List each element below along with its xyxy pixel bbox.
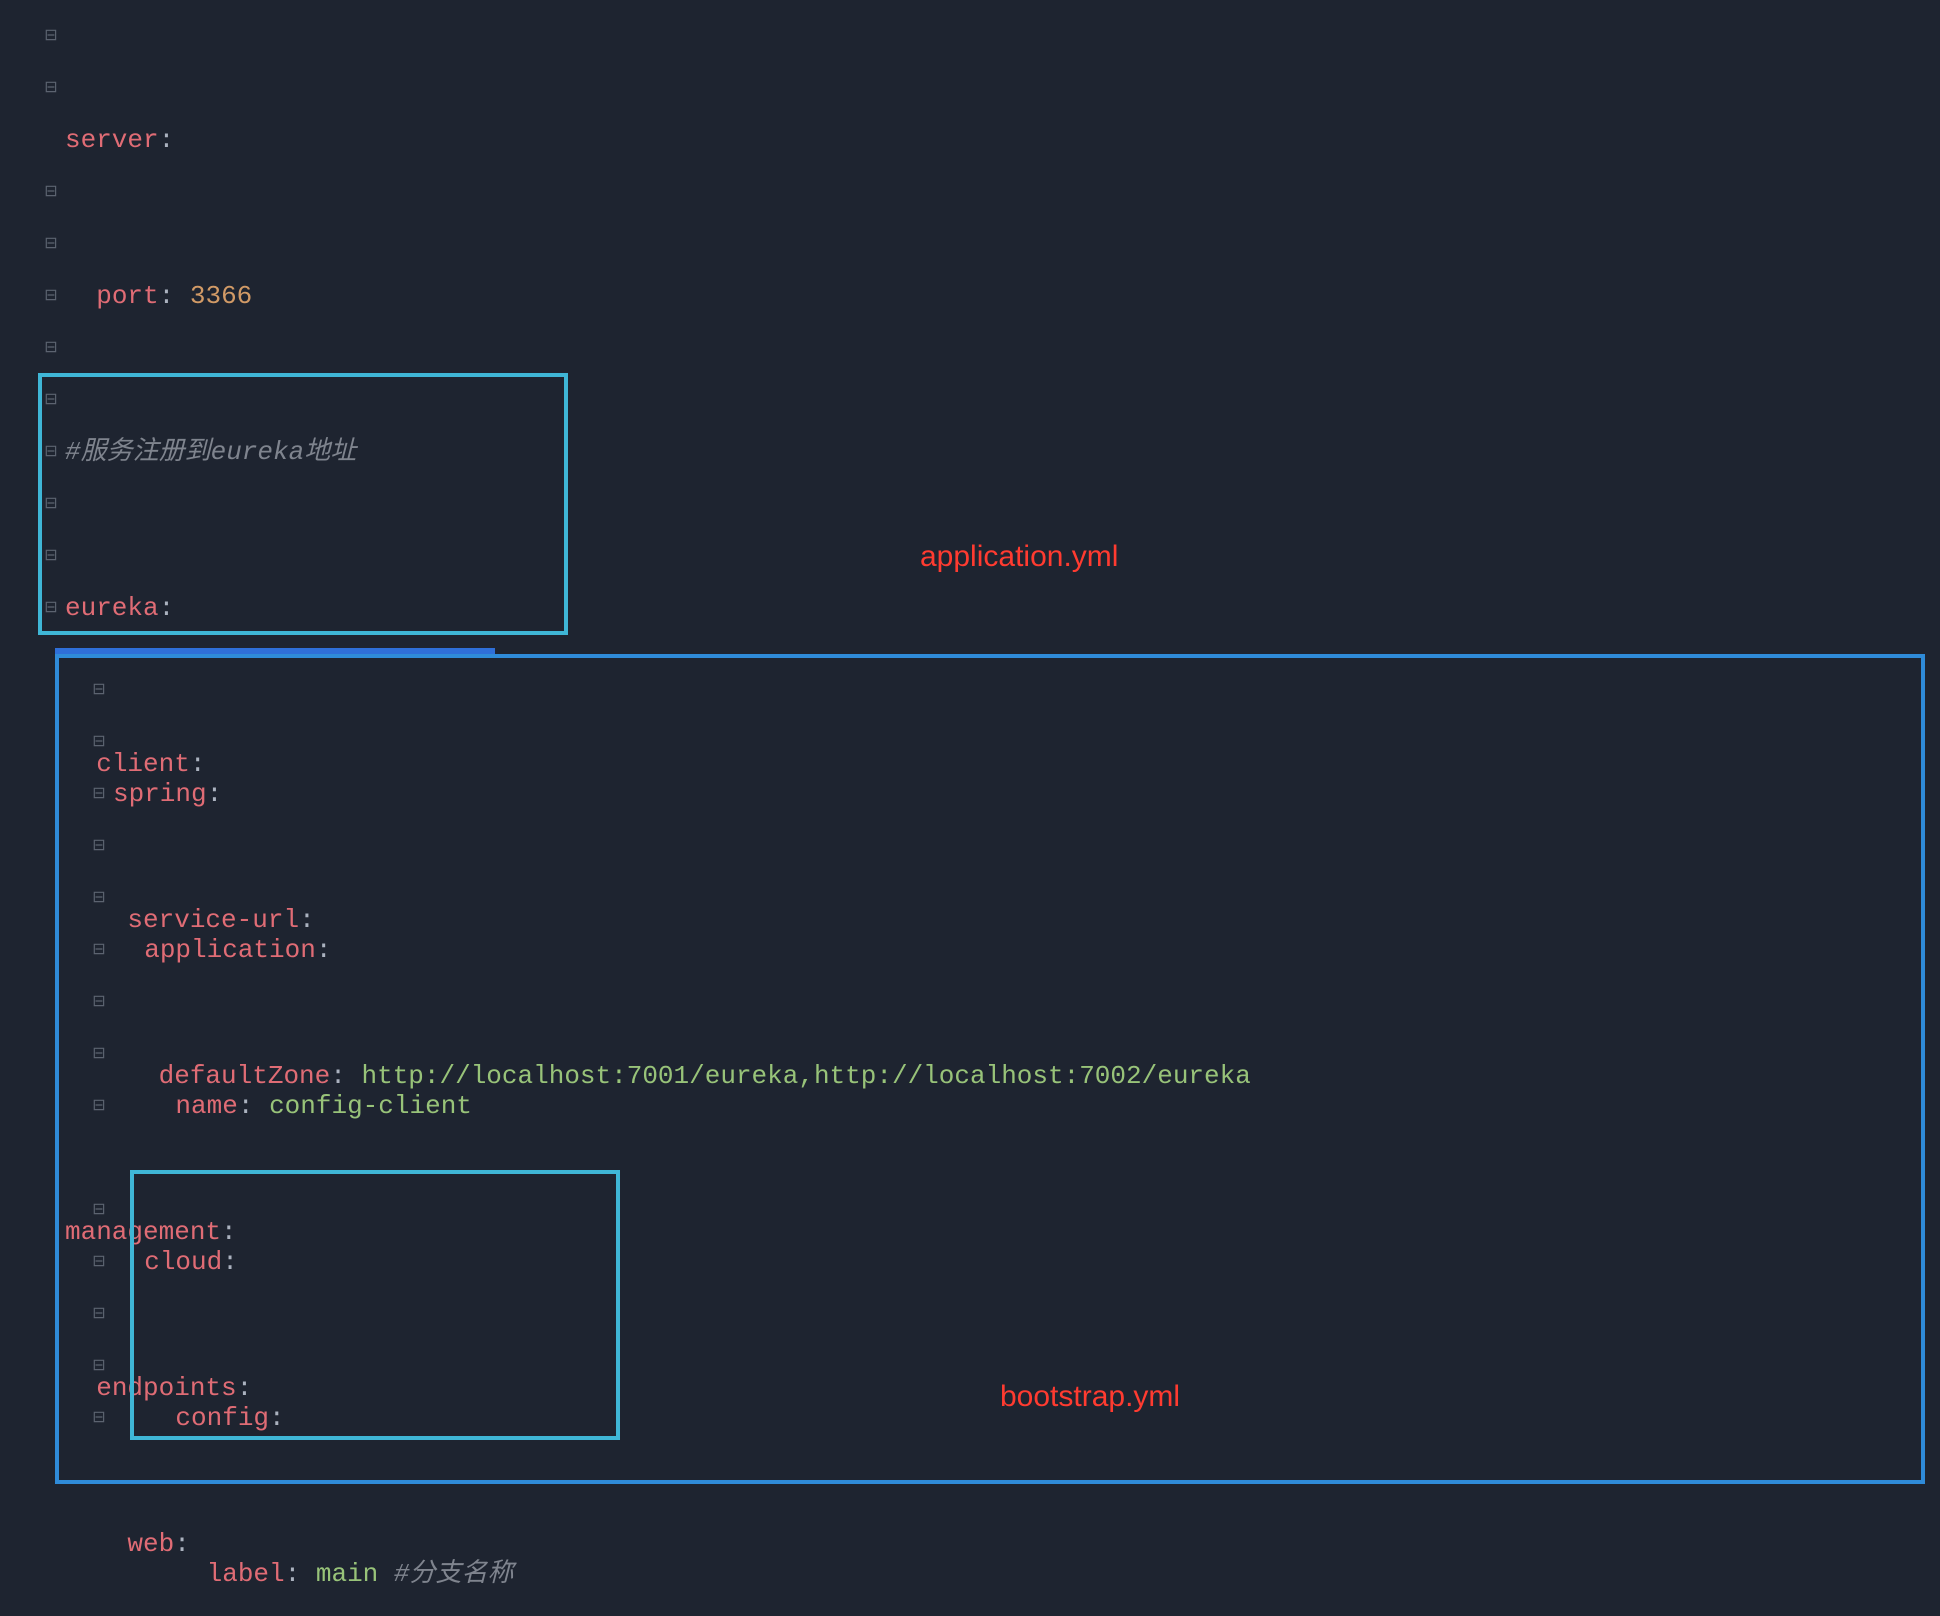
fold-icon[interactable]: ⊟ xyxy=(42,183,60,201)
yaml-key: port xyxy=(96,281,158,311)
fold-icon[interactable]: ⊟ xyxy=(42,599,60,617)
code-line[interactable]: cloud: xyxy=(65,1236,1444,1288)
yaml-key: config xyxy=(175,1403,269,1433)
fold-icon[interactable]: ⊟ xyxy=(42,443,60,461)
fold-icon[interactable]: ⊟ xyxy=(42,79,60,97)
colon: : xyxy=(207,779,223,809)
code-line[interactable]: config: xyxy=(65,1392,1444,1444)
yaml-key: server xyxy=(65,125,159,155)
colon: : xyxy=(285,1559,301,1589)
yaml-key: eureka xyxy=(65,593,159,623)
yaml-value: main xyxy=(316,1559,378,1589)
yaml-value: config-client xyxy=(269,1091,472,1121)
fold-icon[interactable]: ⊟ xyxy=(42,391,60,409)
fold-icon[interactable]: ⊟ xyxy=(42,235,60,253)
yaml-key: spring xyxy=(113,779,207,809)
fold-icon[interactable]: ⊟ xyxy=(42,27,60,45)
code-line[interactable]: name: config-client xyxy=(65,1080,1444,1132)
yaml-key: name xyxy=(175,1091,237,1121)
code-area-bootstrap[interactable]: spring: application: name: config-client… xyxy=(65,664,1444,1616)
code-line[interactable]: label: main #分支名称 xyxy=(65,1548,1444,1600)
code-line[interactable]: port: 3366 xyxy=(65,270,1251,322)
fold-icon[interactable]: ⊟ xyxy=(42,287,60,305)
colon: : xyxy=(159,125,175,155)
code-editor[interactable]: ⊟ ⊟ ⊟ ⊟ ⊟ ⊟ ⊟ ⊟ ⊟ ⊟ ⊟ server: port: 3366… xyxy=(0,0,1940,1616)
file-divider xyxy=(55,648,495,654)
code-line[interactable]: application: xyxy=(65,924,1444,976)
fold-icon[interactable]: ⊟ xyxy=(42,547,60,565)
yaml-key: cloud xyxy=(144,1247,222,1277)
yaml-key: application xyxy=(144,935,316,965)
fold-icon[interactable]: ⊟ xyxy=(42,495,60,513)
yaml-comment: #分支名称 xyxy=(394,1559,514,1589)
yaml-comment: #服务注册到eureka地址 xyxy=(65,437,356,467)
label-bootstrap-yml: bootstrap.yml xyxy=(1000,1380,1180,1414)
label-application-yml: application.yml xyxy=(920,540,1118,574)
code-line[interactable]: server: xyxy=(65,114,1251,166)
yaml-key: label xyxy=(207,1559,285,1589)
colon: : xyxy=(222,1247,238,1277)
fold-icon[interactable]: ⊟ xyxy=(42,339,60,357)
colon: : xyxy=(269,1403,285,1433)
yaml-value: 3366 xyxy=(190,281,252,311)
colon: : xyxy=(316,935,332,965)
colon: : xyxy=(238,1091,254,1121)
code-line[interactable]: #服务注册到eureka地址 xyxy=(65,426,1251,478)
colon: : xyxy=(159,281,175,311)
code-line[interactable]: spring: xyxy=(65,768,1444,820)
colon: : xyxy=(159,593,175,623)
code-line[interactable]: eureka: xyxy=(65,582,1251,634)
